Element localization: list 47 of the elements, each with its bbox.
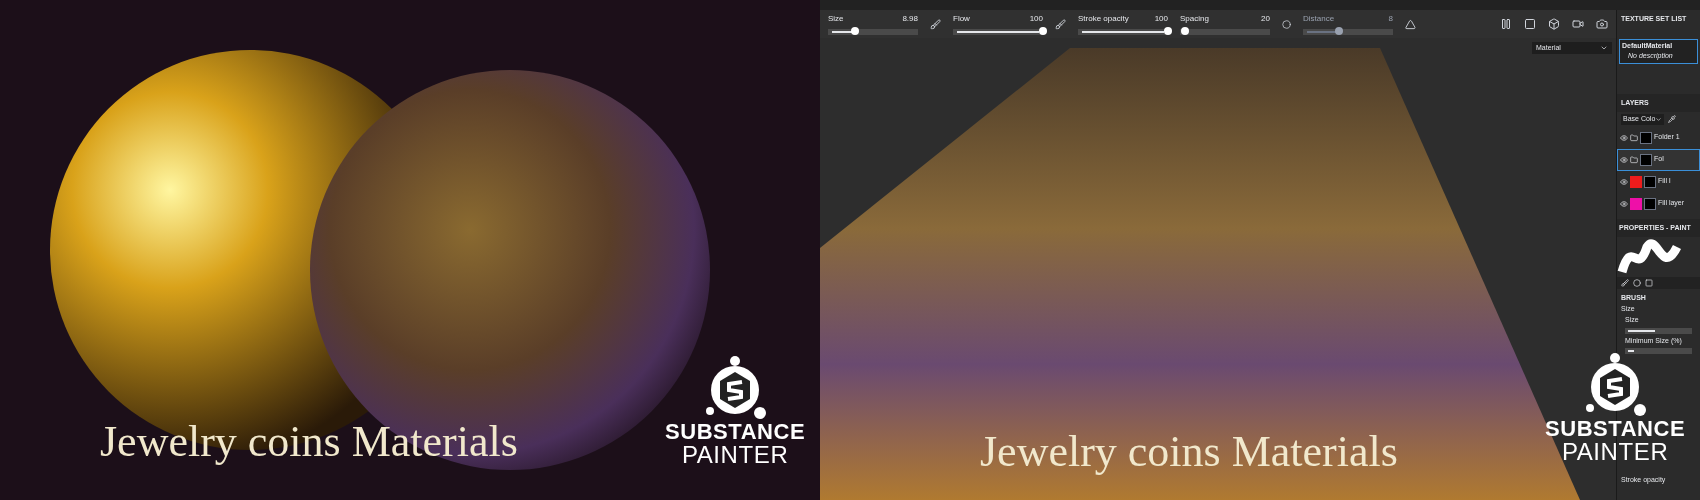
slider-label: Stroke opacity — [1078, 13, 1129, 25]
logo-wordmark: SUBSTANCE — [665, 421, 806, 443]
slider-value: 20 — [1261, 13, 1270, 25]
slider-label: Distance — [1303, 13, 1335, 25]
viewport-title: Jewelry coins Materials — [980, 430, 1398, 474]
chevron-down-icon — [1600, 44, 1608, 52]
slider-value: 8 — [1388, 13, 1393, 25]
circle-icon[interactable] — [1633, 279, 1641, 287]
square-icon[interactable] — [1645, 279, 1653, 287]
mask-thumbnail — [1640, 153, 1652, 166]
slider-thumb[interactable] — [1039, 27, 1047, 35]
slider-label: Spacing — [1180, 13, 1209, 25]
slider-value: 100 — [1029, 13, 1043, 25]
logo-subtitle: PAINTER — [681, 443, 789, 467]
slider-track[interactable] — [828, 29, 918, 35]
brush-icon[interactable] — [930, 18, 941, 30]
slider-label: Flow — [953, 13, 970, 25]
cube-icon[interactable] — [1548, 18, 1560, 30]
video-icon[interactable] — [1572, 18, 1584, 30]
pause-icon[interactable] — [1500, 18, 1512, 30]
mask-thumbnail — [1640, 131, 1652, 144]
chevron-down-icon — [1655, 115, 1663, 123]
slider-label: Size — [828, 13, 844, 25]
eye-icon[interactable] — [1620, 155, 1628, 164]
folder-icon — [1630, 133, 1638, 142]
mask-thumbnail — [1644, 175, 1656, 188]
eye-icon[interactable] — [1620, 199, 1628, 208]
slider-track[interactable] — [1180, 29, 1270, 35]
render-title: Jewelry coins Materials — [100, 420, 518, 464]
mask-thumbnail — [1644, 197, 1656, 210]
slider-thumb[interactable] — [851, 27, 859, 35]
dots-icon[interactable] — [1282, 19, 1291, 29]
symmetry-icon[interactable] — [1405, 18, 1416, 30]
slider-value: 100 — [1154, 13, 1168, 25]
eye-icon[interactable] — [1620, 177, 1628, 186]
eye-icon[interactable] — [1620, 133, 1628, 142]
slider-track[interactable] — [1625, 348, 1692, 354]
logo-wordmark: SUBSTANCE — [1545, 418, 1686, 440]
camera-icon[interactable] — [1596, 18, 1608, 30]
folder-icon — [1630, 155, 1638, 164]
frame-icon[interactable] — [1524, 18, 1536, 30]
slider-value: 8.98 — [902, 13, 918, 25]
pipette-icon[interactable] — [1668, 115, 1677, 124]
logo-subtitle: PAINTER — [1561, 440, 1669, 464]
slider-track[interactable] — [1625, 327, 1692, 334]
brush-icon[interactable] — [1055, 18, 1066, 30]
brush-icon[interactable] — [1621, 279, 1629, 287]
